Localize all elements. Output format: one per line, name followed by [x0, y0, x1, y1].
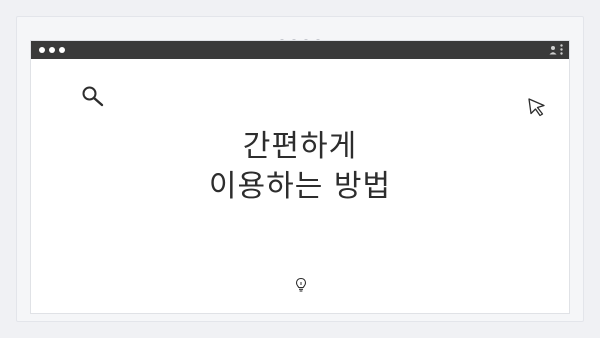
window-dot-icon[interactable] [49, 47, 55, 53]
page: 간편하게 이용하는 방법 [0, 0, 600, 338]
title-line-1: 간편하게 [242, 129, 358, 164]
window-dot-icon[interactable] [59, 47, 65, 53]
browser-window: 간편하게 이용하는 방법 [30, 40, 570, 314]
window-dot-icon[interactable] [39, 47, 45, 53]
page-title: 간편하게 이용하는 방법 [31, 127, 569, 207]
titlebar-actions [549, 44, 563, 55]
search-icon [82, 86, 104, 107]
user-icon[interactable] [549, 45, 557, 55]
cursor-icon [528, 98, 545, 117]
more-vertical-icon[interactable] [560, 44, 563, 55]
window-controls [39, 47, 65, 53]
window-titlebar [31, 41, 569, 59]
window-content: 간편하게 이용하는 방법 [31, 59, 569, 313]
lightbulb-icon [295, 277, 307, 292]
title-line-2: 이용하는 방법 [208, 169, 392, 204]
